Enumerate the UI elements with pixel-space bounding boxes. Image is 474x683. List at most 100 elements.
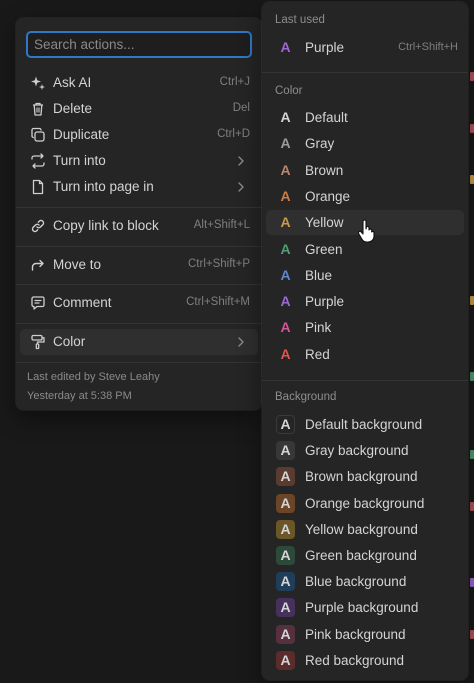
- last-edited-time: Yesterday at 5:38 PM: [27, 390, 132, 402]
- bg-color-item-orange-background[interactable]: A Orange background: [266, 491, 464, 516]
- menu-item-label: Turn into page in: [53, 179, 154, 194]
- shortcut-hint: Alt+Shift+L: [193, 219, 250, 231]
- menu-item-copy-link[interactable]: Copy link to block Alt+Shift+L: [20, 213, 258, 239]
- color-label: Brown: [305, 162, 344, 178]
- color-submenu: Last used A Purple Ctrl+Shift+H Color AD…: [262, 2, 468, 680]
- last-edited-by: Last edited by Steve Leahy: [27, 371, 160, 383]
- text-color-item-gray[interactable]: A Gray: [266, 131, 464, 156]
- text-color-item-pink[interactable]: A Pink: [266, 315, 464, 340]
- color-label: Pink: [305, 320, 332, 336]
- chevron-right-icon: [238, 182, 244, 192]
- page-text-fragment: [470, 372, 474, 381]
- menu-item-label: Comment: [53, 295, 112, 310]
- menu-item-delete[interactable]: Delete Del: [20, 96, 258, 122]
- bg-color-item-default-background[interactable]: A Default background: [266, 412, 464, 437]
- color-swatch: A: [280, 345, 291, 362]
- page-text-fragment: [470, 502, 474, 511]
- color-label: Purple: [305, 294, 345, 310]
- color-swatch: A: [276, 650, 295, 670]
- duplicate-icon: [31, 127, 45, 142]
- color-label: Default: [305, 110, 348, 125]
- text-color-item-red[interactable]: A Red: [266, 342, 464, 367]
- text-color-item-default[interactable]: A Default: [266, 105, 464, 130]
- menu-item-label: Turn into: [53, 153, 106, 168]
- text-color-item-brown[interactable]: A Brown: [266, 158, 464, 183]
- move-arrow-icon: [31, 259, 44, 271]
- bg-color-item-gray-background[interactable]: A Gray background: [266, 438, 464, 463]
- comment-icon: [31, 296, 45, 310]
- color-label: Green: [305, 241, 343, 257]
- color-label: Pink background: [305, 626, 406, 642]
- color-label: Gray: [305, 136, 335, 152]
- block-actions-menu: Ask AI Ctrl+J Delete Del Duplicate Ctrl+…: [16, 18, 262, 410]
- divider: [262, 72, 468, 73]
- chevron-right-icon: [238, 156, 244, 166]
- bg-color-item-green-background[interactable]: A Green background: [266, 543, 464, 568]
- color-swatch: A: [276, 546, 295, 565]
- menu-item-label: Copy link to block: [53, 218, 159, 233]
- shortcut-hint: Ctrl+Shift+M: [186, 296, 250, 308]
- section-header-background: Background: [275, 391, 337, 403]
- color-swatch: A: [276, 467, 295, 487]
- search-input[interactable]: [26, 31, 252, 58]
- menu-item-comment[interactable]: Comment Ctrl+Shift+M: [20, 290, 258, 316]
- text-color-item-blue[interactable]: A Blue: [266, 263, 464, 288]
- divider: [16, 284, 262, 285]
- menu-item-label: Color: [53, 334, 86, 349]
- color-swatch: A: [280, 214, 291, 231]
- color-swatch: A: [280, 39, 291, 55]
- color-swatch: A: [276, 624, 295, 644]
- text-color-item-orange[interactable]: A Orange: [266, 184, 464, 209]
- color-label: Blue: [305, 267, 333, 283]
- color-swatch: A: [276, 441, 295, 461]
- color-swatch: A: [280, 266, 291, 283]
- menu-item-turn-into[interactable]: Turn into: [20, 148, 258, 174]
- section-header-color: Color: [275, 85, 303, 97]
- bg-color-item-purple-background[interactable]: A Purple background: [266, 595, 464, 620]
- bg-color-item-blue-background[interactable]: A Blue background: [266, 569, 464, 594]
- menu-item-label: Delete: [53, 101, 93, 116]
- color-swatch: A: [276, 519, 295, 539]
- color-swatch: A: [276, 415, 295, 434]
- menu-item-turn-into-page-in[interactable]: Turn into page in: [20, 174, 258, 200]
- bg-color-item-yellow-background[interactable]: A Yellow background: [266, 517, 464, 542]
- background-page-edge: [468, 0, 474, 683]
- bg-color-item-brown-background[interactable]: A Brown background: [266, 464, 464, 489]
- bg-color-item-pink-background[interactable]: A Pink background: [266, 622, 464, 647]
- turn-into-icon: [31, 153, 45, 169]
- color-label: Gray background: [305, 443, 409, 459]
- menu-item-label: Move to: [53, 257, 102, 272]
- menu-item-move-to[interactable]: Move to Ctrl+Shift+P: [20, 252, 258, 278]
- color-label: Yellow: [305, 215, 344, 231]
- color-label: Blue background: [305, 574, 407, 590]
- menu-item-label: Duplicate: [53, 127, 110, 142]
- color-swatch: A: [280, 319, 291, 336]
- text-color-item-purple[interactable]: A Purple: [266, 289, 464, 314]
- color-swatch: A: [280, 187, 291, 204]
- color-swatch: A: [280, 109, 291, 125]
- menu-item-label: Ask AI: [53, 75, 92, 90]
- menu-item-duplicate[interactable]: Duplicate Ctrl+D: [20, 122, 258, 148]
- color-swatch: A: [280, 293, 291, 310]
- paint-roller-icon: [31, 334, 45, 350]
- menu-item-ask-ai[interactable]: Ask AI Ctrl+J: [20, 70, 258, 96]
- page-text-fragment: [470, 450, 474, 459]
- menu-item-color[interactable]: Color: [20, 329, 258, 355]
- shortcut-hint: Ctrl+Shift+H: [398, 41, 458, 53]
- page-text-fragment: [470, 578, 474, 587]
- search-box: [26, 31, 252, 58]
- chevron-right-icon: [238, 337, 244, 347]
- color-swatch: A: [276, 572, 295, 592]
- bg-color-item-red-background[interactable]: A Red background: [266, 648, 464, 673]
- page-text-fragment: [470, 124, 474, 133]
- divider: [16, 207, 262, 208]
- trash-icon: [33, 102, 43, 116]
- last-used-color-item[interactable]: A Purple Ctrl+Shift+H: [266, 35, 464, 60]
- divider: [16, 246, 262, 247]
- color-label: Green background: [305, 548, 417, 563]
- color-label: Red: [305, 346, 330, 362]
- divider: [16, 323, 262, 324]
- color-swatch: A: [280, 161, 291, 178]
- shortcut-hint: Del: [232, 102, 250, 114]
- page-text-fragment: [470, 296, 474, 305]
